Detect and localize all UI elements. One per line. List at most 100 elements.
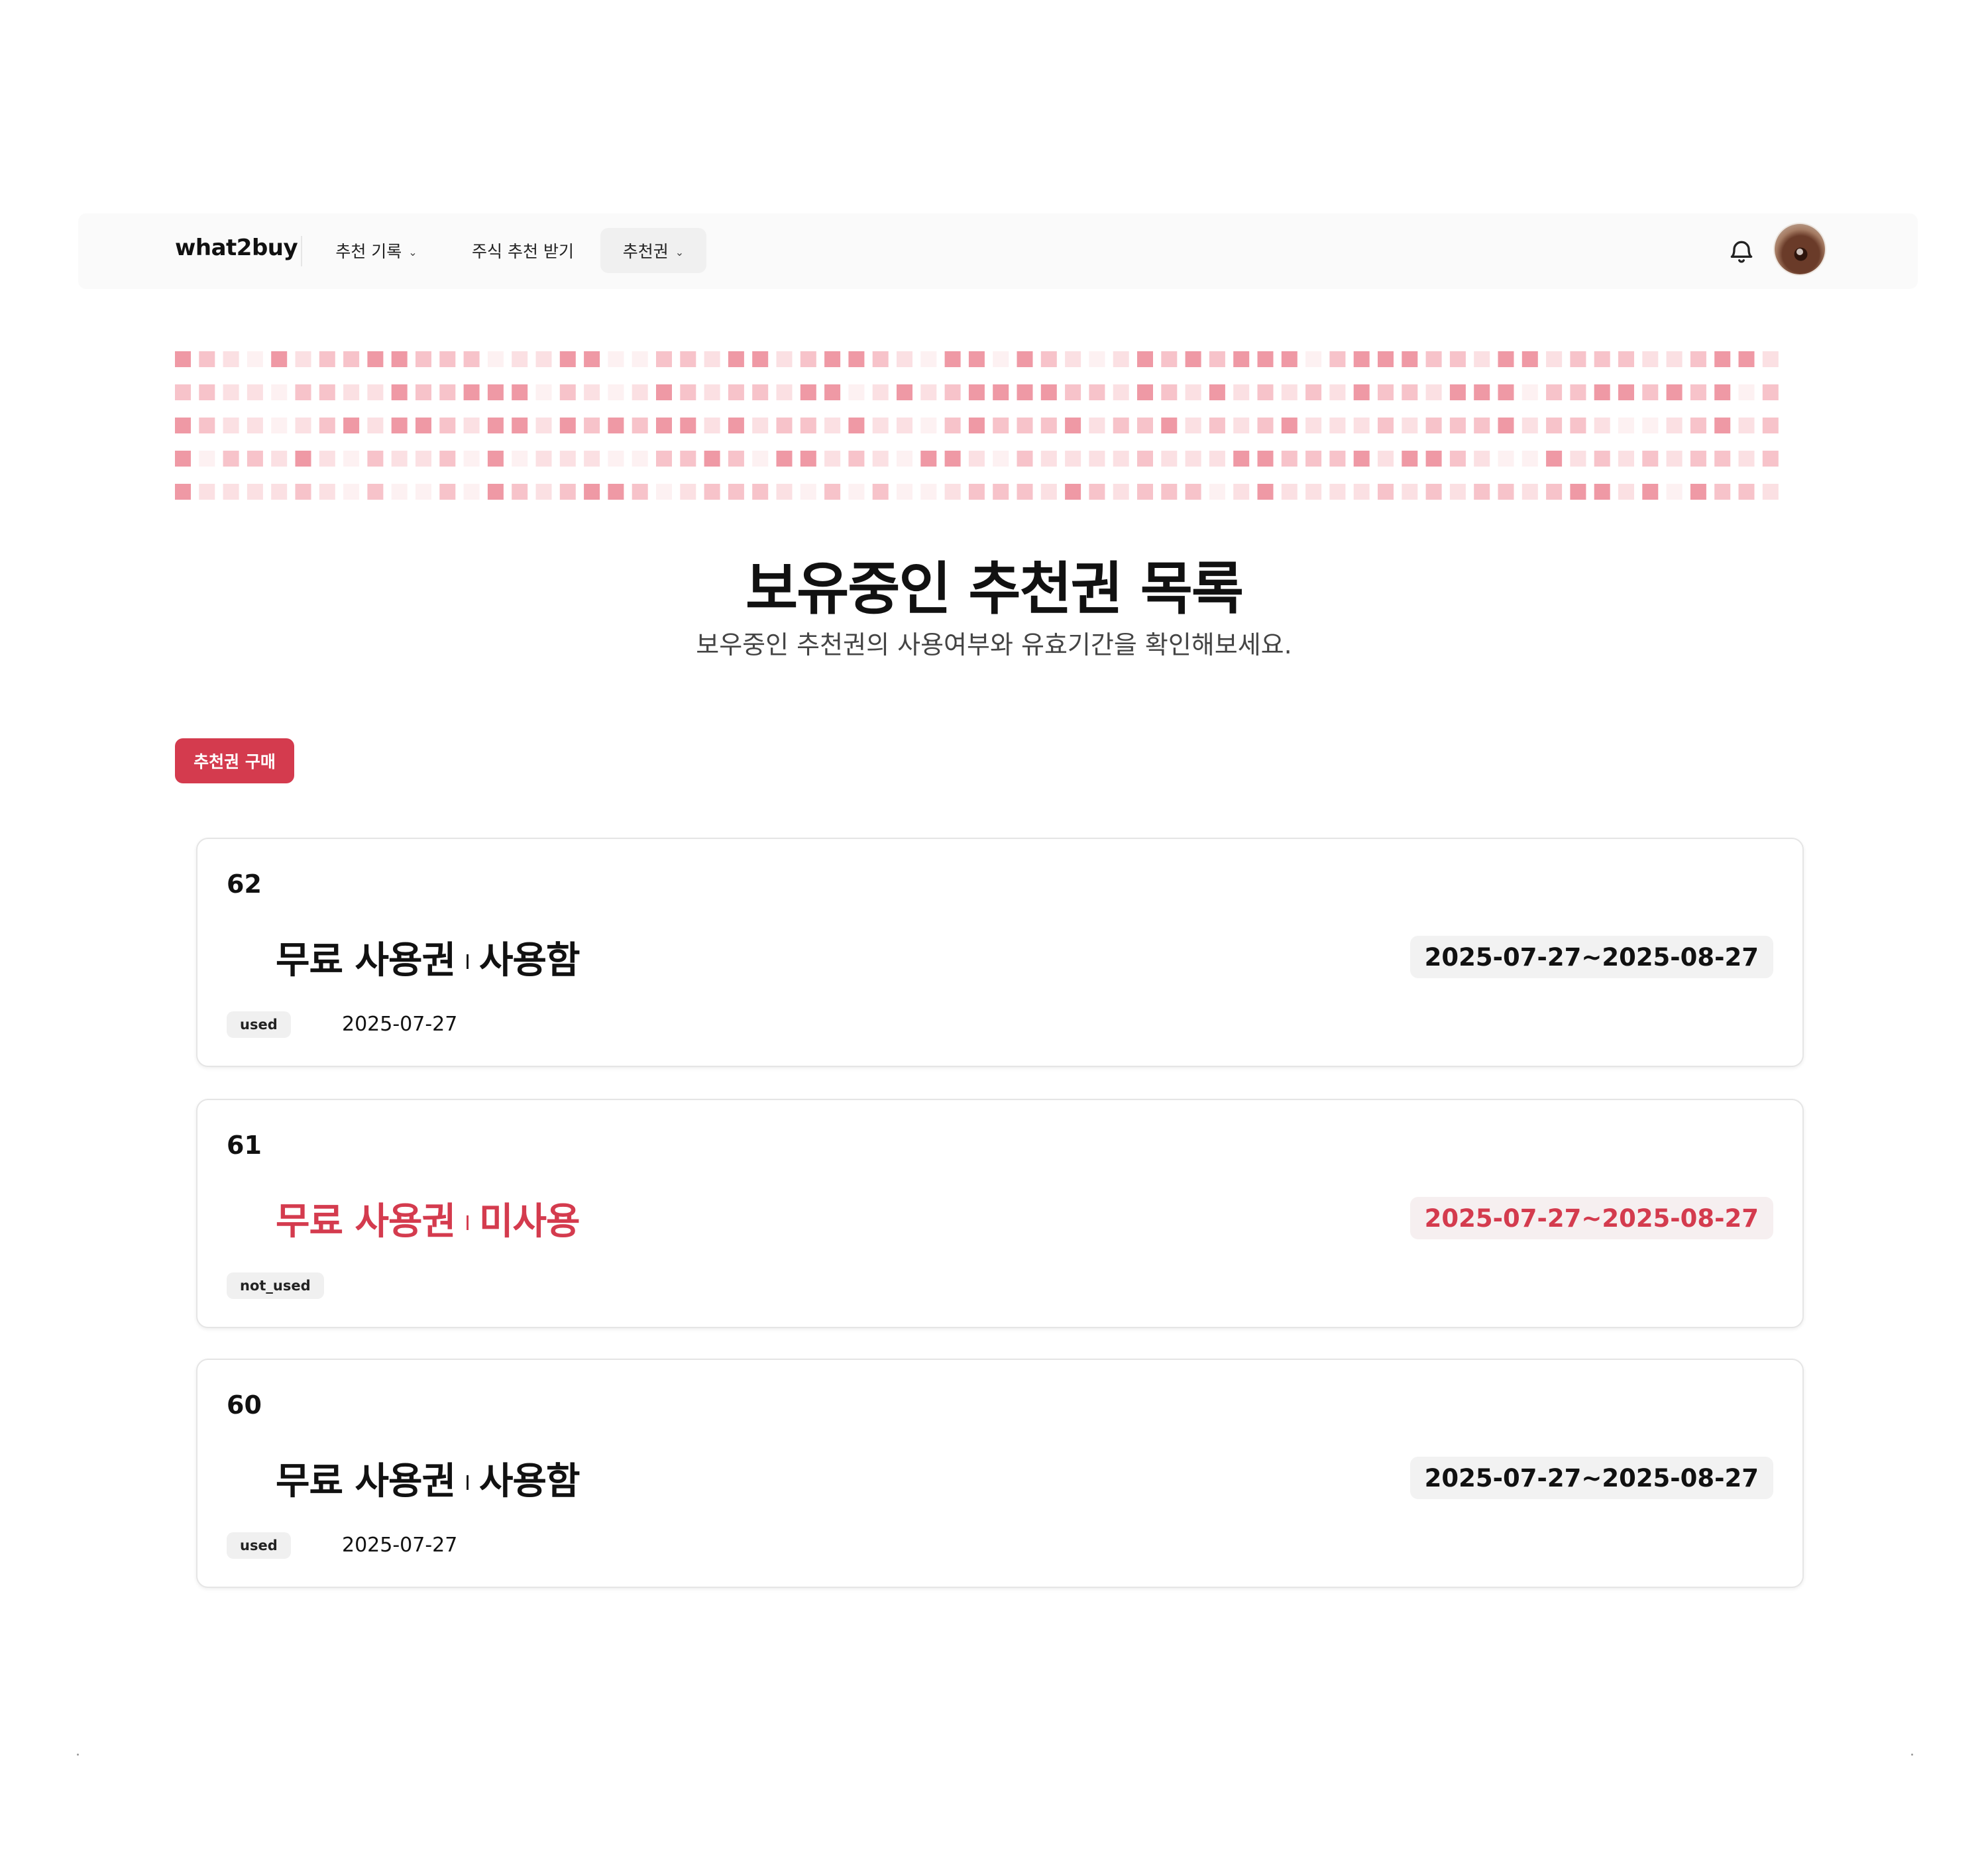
bell-icon[interactable] [1727,237,1756,266]
banner-tile [1137,484,1153,500]
banner-tile [487,384,504,400]
banner-tile [175,351,191,367]
banner-tile [1209,484,1225,500]
banner-tile [1137,418,1153,433]
ticket-card[interactable]: 60 무료 사용권 I 사용함 2025-07-27~2025-08-27 used… [196,1359,1804,1588]
ticket-card[interactable]: 62 무료 사용권 I 사용함 2025-07-27~2025-08-27 used… [196,838,1804,1067]
ticket-id: 60 [227,1390,262,1420]
banner-tile [1209,451,1225,467]
banner-tile [512,351,528,367]
banner-tile [295,384,311,400]
banner-tile [1642,384,1659,400]
banner-tile [535,451,552,467]
banner-tile [559,418,576,433]
banner-tile [968,484,985,500]
banner-tile [993,451,1009,467]
banner-tile [1666,484,1683,500]
nav-item-get-stock-recommendation[interactable]: 주식 추천 받기 [451,228,595,273]
banner-tile [391,418,408,433]
banner-tile [1017,418,1033,433]
banner-tile [463,484,480,500]
banner-tile [1040,351,1057,367]
banner-tile [1666,451,1683,467]
banner-tile [463,451,480,467]
banner-tile [535,484,552,500]
banner-tile [1378,484,1394,500]
banner-tile [1449,351,1466,367]
banner-tile [319,351,335,367]
banner-tile [897,451,912,467]
banner-tile [367,418,384,433]
banner-tile [704,351,720,367]
banner-tile [343,418,360,433]
banner-tile [897,484,912,500]
banner-tile [1762,418,1779,433]
banner-tile [559,484,576,500]
banner-tile [487,351,504,367]
banner-tile [271,451,288,467]
banner-tile [776,484,793,500]
banner-tile [944,451,961,467]
banner-tile [319,418,335,433]
banner-tile [559,384,576,400]
banner-tile [776,384,793,400]
banner-tile [728,451,744,467]
banner-tile [1281,351,1298,367]
banner-tile [559,451,576,467]
chevron-down-icon: ⌄ [675,245,685,258]
banner-tile [1329,351,1346,367]
banner-tile [1089,351,1105,367]
banner-tile [391,451,408,467]
banner-tile [1305,484,1322,500]
banner-tile [415,451,431,467]
chevron-down-icon: ⌄ [408,245,417,258]
banner-tile [295,418,311,433]
banner-tile [632,418,648,433]
banner-tile [1594,418,1610,433]
avatar[interactable] [1775,224,1825,274]
banner-tile [1498,418,1514,433]
banner-tile [295,351,311,367]
banner-tile [752,484,769,500]
banner-tile [1378,418,1394,433]
banner-tile [920,418,937,433]
ticket-title: 무료 사용권 I 사용함 [276,930,580,984]
banner-tile [1521,418,1538,433]
banner-tile [1281,418,1298,433]
banner-tile [848,418,865,433]
buy-ticket-button[interactable]: 추천권 구매 [175,738,294,783]
banner-tile [1185,484,1201,500]
banner-tile [415,351,431,367]
top-navbar: what2buy 추천 기록 ⌄ 주식 추천 받기 추천권 ⌄ [78,213,1918,289]
banner-tile [1161,451,1178,467]
banner-tile [247,451,263,467]
banner-tile [175,451,191,467]
ticket-card[interactable]: 61 무료 사용권 I 미사용 2025-07-27~2025-08-27 not_… [196,1099,1804,1328]
banner-tile [1113,418,1129,433]
banner-tile [1257,418,1274,433]
banner-tile [1690,451,1706,467]
banner-tile [1353,451,1370,467]
banner-tile [199,351,215,367]
banner-tile [1594,351,1610,367]
avatar-highlight [1796,249,1803,255]
banner-tile [1425,418,1442,433]
banner-tile [968,351,985,367]
nav-item-tickets[interactable]: 추천권 ⌄ [600,228,706,273]
banner-tile [824,484,841,500]
banner-tile [223,418,239,433]
banner-tile [1714,418,1731,433]
banner-tile [1185,384,1201,400]
banner-tile [535,418,552,433]
nav-item-recommendation-history[interactable]: 추천 기록 ⌄ [317,228,436,273]
banner-tile [752,351,769,367]
brand-logo[interactable]: what2buy [175,235,298,261]
banner-tile [1353,351,1370,367]
ticket-name: 무료 사용권 [276,1200,456,1243]
banner-tile [559,351,576,367]
status-badge: used [227,1532,291,1559]
banner-tile [1474,451,1490,467]
banner-tile [1065,484,1081,500]
banner-tile [1666,351,1683,367]
banner-tile [824,451,841,467]
